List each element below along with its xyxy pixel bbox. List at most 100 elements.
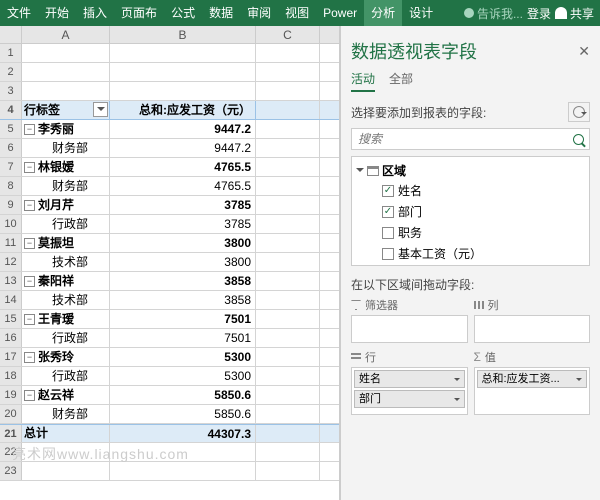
rows-dropzone[interactable]: 姓名部门 bbox=[351, 367, 468, 415]
collapse-icon[interactable]: − bbox=[24, 200, 35, 211]
cell[interactable] bbox=[256, 425, 320, 442]
row-header[interactable]: 11 bbox=[0, 234, 22, 252]
cell[interactable] bbox=[256, 44, 320, 62]
cell[interactable]: 3785 bbox=[110, 215, 256, 233]
cell[interactable]: 9447.2 bbox=[110, 120, 256, 138]
cell[interactable]: 4765.5 bbox=[110, 158, 256, 176]
row-header[interactable]: 16 bbox=[0, 329, 22, 347]
cell[interactable] bbox=[256, 329, 320, 347]
cell[interactable] bbox=[256, 462, 320, 480]
collapse-icon[interactable]: − bbox=[24, 238, 35, 249]
row-header[interactable]: 18 bbox=[0, 367, 22, 385]
cell[interactable] bbox=[256, 405, 320, 423]
subtab-all[interactable]: 全部 bbox=[389, 70, 413, 92]
cell[interactable] bbox=[256, 82, 320, 100]
values-dropzone[interactable]: 总和:应发工资... bbox=[474, 367, 591, 415]
cell[interactable]: −王青瑷 bbox=[22, 310, 110, 328]
search-icon[interactable] bbox=[567, 129, 589, 149]
cell[interactable] bbox=[256, 63, 320, 81]
close-icon[interactable]: ✕ bbox=[578, 43, 590, 60]
tell-me-search[interactable]: 告诉我... bbox=[464, 5, 523, 22]
cell[interactable] bbox=[110, 462, 256, 480]
cell[interactable] bbox=[256, 101, 320, 119]
collapse-icon[interactable]: − bbox=[24, 124, 35, 135]
row-header[interactable]: 2 bbox=[0, 63, 22, 81]
tree-root-region[interactable]: 区域 bbox=[356, 161, 585, 180]
search-box[interactable] bbox=[351, 128, 590, 150]
cell[interactable]: 9447.2 bbox=[110, 139, 256, 157]
cell[interactable] bbox=[256, 367, 320, 385]
cell[interactable]: 3800 bbox=[110, 253, 256, 271]
cell[interactable]: 行标签 bbox=[22, 101, 110, 119]
ribbon-tab-design[interactable]: 设计 bbox=[402, 0, 440, 26]
filter-dropzone[interactable] bbox=[351, 315, 468, 343]
subtab-active[interactable]: 活动 bbox=[351, 70, 375, 92]
cell[interactable]: −赵云祥 bbox=[22, 386, 110, 404]
cell[interactable]: −李秀丽 bbox=[22, 120, 110, 138]
row-header[interactable]: 15 bbox=[0, 310, 22, 328]
field-chip[interactable]: 总和:应发工资... bbox=[477, 370, 588, 388]
cell[interactable] bbox=[256, 177, 320, 195]
field-item[interactable]: ✓姓名 bbox=[356, 180, 585, 201]
ribbon-tab-home[interactable]: 开始 bbox=[38, 0, 76, 26]
row-header[interactable]: 5 bbox=[0, 120, 22, 138]
cell[interactable]: 财务部 bbox=[22, 139, 110, 157]
collapse-icon[interactable]: − bbox=[24, 314, 35, 325]
cell[interactable]: 总计 bbox=[22, 425, 110, 442]
row-header[interactable]: 8 bbox=[0, 177, 22, 195]
cell[interactable] bbox=[110, 44, 256, 62]
cell[interactable] bbox=[256, 253, 320, 271]
col-header-c[interactable]: C bbox=[256, 26, 320, 43]
ribbon-tab-insert[interactable]: 插入 bbox=[76, 0, 114, 26]
row-header[interactable]: 17 bbox=[0, 348, 22, 366]
share-button[interactable]: 共享 bbox=[555, 5, 594, 22]
cell[interactable] bbox=[22, 82, 110, 100]
cell[interactable]: 财务部 bbox=[22, 177, 110, 195]
row-header[interactable]: 19 bbox=[0, 386, 22, 404]
ribbon-tab-formula[interactable]: 公式 bbox=[164, 0, 202, 26]
checkbox-icon[interactable] bbox=[382, 227, 394, 239]
login-link[interactable]: 登录 bbox=[527, 5, 551, 22]
cell[interactable] bbox=[256, 158, 320, 176]
row-header[interactable]: 20 bbox=[0, 405, 22, 423]
collapse-icon[interactable]: − bbox=[24, 162, 35, 173]
checkbox-icon[interactable] bbox=[382, 248, 394, 260]
cell[interactable] bbox=[22, 63, 110, 81]
ribbon-tab-layout[interactable]: 页面布 bbox=[114, 0, 164, 26]
row-header[interactable]: 4 bbox=[0, 101, 22, 119]
cell[interactable]: 44307.3 bbox=[110, 425, 256, 442]
cell[interactable] bbox=[256, 310, 320, 328]
cell[interactable] bbox=[110, 82, 256, 100]
row-header[interactable]: 9 bbox=[0, 196, 22, 214]
row-header[interactable]: 14 bbox=[0, 291, 22, 309]
cell[interactable]: 行政部 bbox=[22, 215, 110, 233]
cell[interactable]: 总和:应发工资（元） bbox=[110, 101, 256, 119]
ribbon-tab-power[interactable]: Power bbox=[316, 0, 364, 26]
row-header[interactable]: 13 bbox=[0, 272, 22, 290]
ribbon-tab-analyze[interactable]: 分析 bbox=[364, 0, 402, 26]
cell[interactable]: 5300 bbox=[110, 348, 256, 366]
cell[interactable] bbox=[256, 291, 320, 309]
cell[interactable]: 7501 bbox=[110, 310, 256, 328]
cell[interactable]: 3858 bbox=[110, 272, 256, 290]
field-list[interactable]: 区域 ✓姓名✓部门职务基本工资（元） bbox=[351, 156, 590, 266]
cell[interactable]: −林银嫒 bbox=[22, 158, 110, 176]
collapse-icon[interactable]: − bbox=[24, 352, 35, 363]
cell[interactable]: −秦阳祥 bbox=[22, 272, 110, 290]
col-header-b[interactable]: B bbox=[110, 26, 256, 43]
ribbon-tab-view[interactable]: 视图 bbox=[278, 0, 316, 26]
cell[interactable]: 3800 bbox=[110, 234, 256, 252]
field-chip[interactable]: 部门 bbox=[354, 390, 465, 408]
row-header[interactable]: 21 bbox=[0, 425, 22, 442]
cell[interactable]: 7501 bbox=[110, 329, 256, 347]
cell[interactable]: 5850.6 bbox=[110, 386, 256, 404]
collapse-icon[interactable]: − bbox=[24, 276, 35, 287]
cell[interactable]: 5850.6 bbox=[110, 405, 256, 423]
col-header-a[interactable]: A bbox=[22, 26, 110, 43]
cell[interactable] bbox=[256, 272, 320, 290]
gear-icon[interactable] bbox=[568, 102, 590, 122]
cell[interactable]: 行政部 bbox=[22, 367, 110, 385]
cell[interactable]: 3858 bbox=[110, 291, 256, 309]
row-header[interactable]: 12 bbox=[0, 253, 22, 271]
row-header[interactable]: 10 bbox=[0, 215, 22, 233]
